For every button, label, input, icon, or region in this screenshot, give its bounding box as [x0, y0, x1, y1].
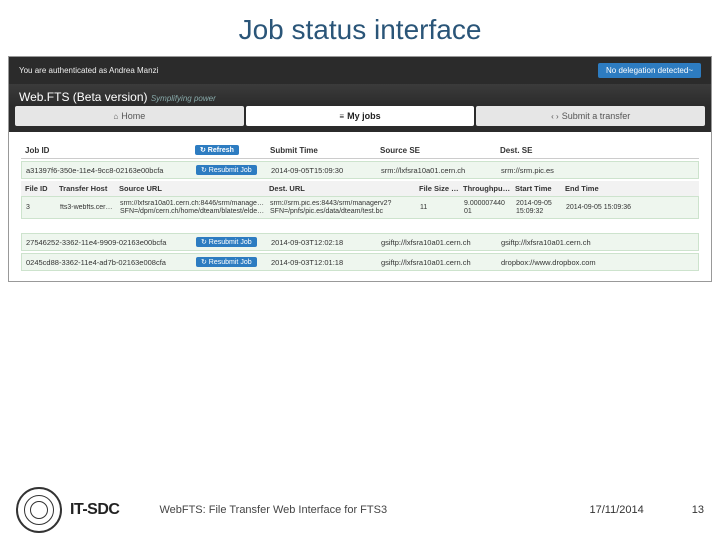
- brand-bar: Web.FTS (Beta version) Symplifying power: [9, 84, 711, 106]
- footer-page: 13: [692, 504, 704, 516]
- job-submit-time: 2014-09-05T15:09:30: [271, 166, 381, 175]
- app-body: Job ID ↻ Refresh Submit Time Source SE D…: [9, 132, 711, 281]
- file-row[interactable]: 3 fts3-webfts.cern.ch srm://lxfsra10a01.…: [21, 196, 699, 219]
- home-icon: ⌂: [113, 112, 118, 121]
- col-start-time: Start Time: [515, 184, 565, 193]
- file-start: 2014-09-05 15:09:32: [516, 200, 566, 215]
- job-row[interactable]: a31397f6-350e-11e4-9cc8-02163e00bcfa ↻ R…: [21, 161, 699, 179]
- slide-title: Job status interface: [0, 0, 720, 56]
- refresh-button[interactable]: ↻ Refresh: [195, 145, 239, 155]
- list-icon: ≡: [339, 112, 344, 121]
- tab-submit-label: Submit a transfer: [562, 111, 631, 121]
- file-end: 2014-09-05 15:09:36: [566, 204, 694, 212]
- col-throughput: Throughput (MB/s): [463, 184, 515, 193]
- job-id: a31397f6-350e-11e4-9cc8-02163e00bcfa: [26, 166, 196, 175]
- job-dest: srm://srm.pic.es: [501, 166, 694, 175]
- job-id: 0245cd88-3362-11e4-ad7b-02163e008cfa: [26, 258, 196, 267]
- job-src: gsiftp://lxfsra10a01.cern.ch: [381, 238, 501, 247]
- job-row[interactable]: 0245cd88-3362-11e4-ad7b-02163e008cfa ↻ R…: [21, 253, 699, 271]
- job-row[interactable]: 27546252-3362-11e4-9909-02163e00bcfa ↻ R…: [21, 233, 699, 251]
- tab-submit[interactable]: ‹ ›Submit a transfer: [476, 106, 705, 126]
- col-source-se: Source SE: [380, 146, 500, 155]
- col-file-id: File ID: [25, 184, 59, 193]
- job-id: 27546252-3362-11e4-9909-02163e00bcfa: [26, 238, 196, 247]
- job-dest: gsiftp://lxfsra10a01.cern.ch: [501, 238, 694, 247]
- brand-tagline: Symplifying power: [151, 94, 216, 103]
- file-size: 11: [420, 204, 464, 211]
- footer-unit: IT-SDC: [70, 501, 119, 519]
- resubmit-button[interactable]: ↻ Resubmit Job: [196, 165, 257, 175]
- job-header-row: Job ID ↻ Refresh Submit Time Source SE D…: [21, 142, 699, 159]
- col-dest-se: Dest. SE: [500, 146, 695, 155]
- file-tput: 9.000007440 01: [464, 200, 516, 215]
- job-dest: dropbox://www.dropbox.com: [501, 258, 694, 267]
- tab-home-label: Home: [121, 111, 145, 121]
- tab-myjobs-label: My jobs: [347, 111, 381, 121]
- app-screenshot: You are authenticated as Andrea Manzi No…: [8, 56, 712, 282]
- col-end-time: End Time: [565, 184, 695, 193]
- tab-home[interactable]: ⌂Home: [15, 106, 244, 126]
- file-header-row: File ID Transfer Host Source URL Dest. U…: [21, 181, 699, 196]
- job-src: srm://lxfsra10a01.cern.ch: [381, 166, 501, 175]
- code-icon: ‹ ›: [551, 112, 559, 121]
- tab-myjobs[interactable]: ≡My jobs: [246, 106, 475, 126]
- col-transfer-host: Transfer Host: [59, 184, 119, 193]
- col-file-size: File Size (Bytes): [419, 184, 463, 193]
- resubmit-button[interactable]: ↻ Resubmit Job: [196, 257, 257, 267]
- brand-name: Web.FTS (Beta version): [19, 90, 147, 104]
- col-job-id: Job ID: [25, 146, 195, 155]
- job-submit-time: 2014-09-03T12:01:18: [271, 258, 381, 267]
- col-submit-time: Submit Time: [270, 146, 380, 155]
- file-srcurl: srm://lxfsra10a01.cern.ch:8446/srm/manag…: [120, 200, 270, 215]
- auth-text: You are authenticated as Andrea Manzi: [19, 66, 158, 75]
- cern-logo-icon: [16, 487, 62, 533]
- job-src: gsiftp://lxfsra10a01.cern.ch: [381, 258, 501, 267]
- footer-title: WebFTS: File Transfer Web Interface for …: [159, 504, 589, 516]
- delegation-badge[interactable]: No delegation detected~: [598, 63, 701, 78]
- file-desturl: srm://srm.pic.es:8443/srm/managerv2?SFN=…: [270, 200, 420, 215]
- job-submit-time: 2014-09-03T12:02:18: [271, 238, 381, 247]
- file-host: fts3-webfts.cern.ch: [60, 204, 120, 211]
- footer-date: 17/11/2014: [590, 504, 644, 516]
- col-dest-url: Dest. URL: [269, 184, 419, 193]
- tab-bar: ⌂Home ≡My jobs ‹ ›Submit a transfer: [9, 106, 711, 132]
- auth-bar: You are authenticated as Andrea Manzi No…: [9, 57, 711, 84]
- slide-footer: IT-SDC WebFTS: File Transfer Web Interfa…: [0, 480, 720, 540]
- file-id: 3: [26, 204, 60, 211]
- resubmit-button[interactable]: ↻ Resubmit Job: [196, 237, 257, 247]
- col-source-url: Source URL: [119, 184, 269, 193]
